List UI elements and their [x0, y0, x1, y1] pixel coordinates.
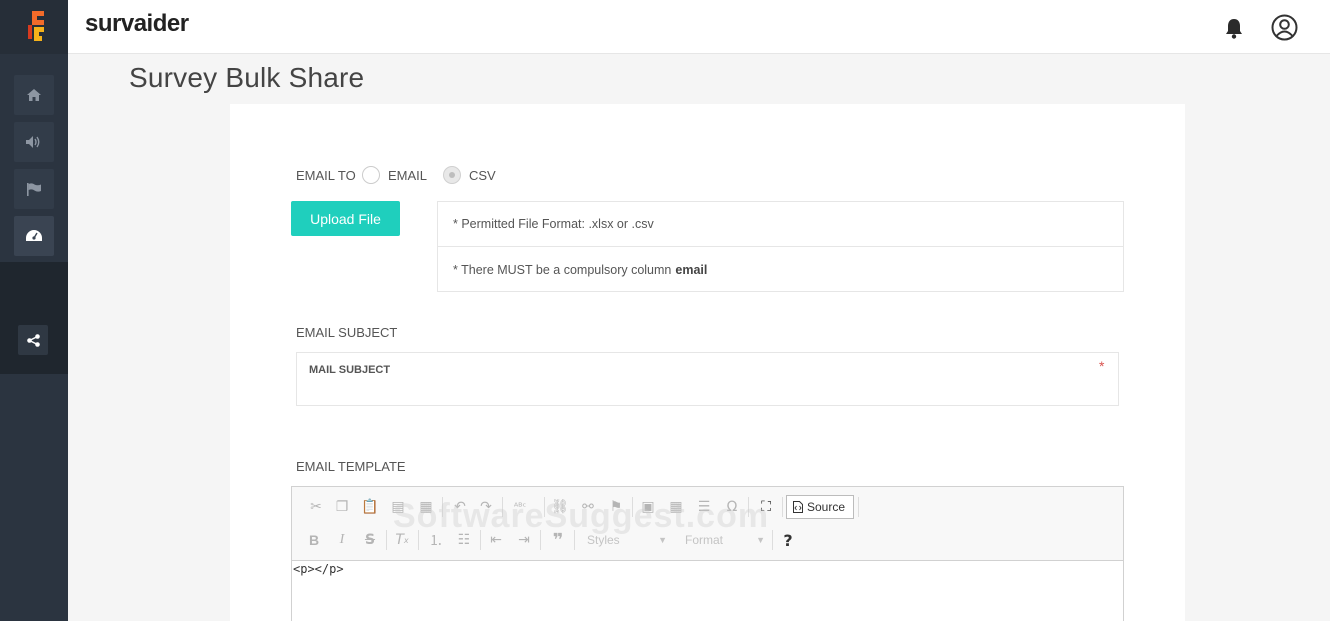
bulleted-list-icon[interactable]: ☷ [454, 530, 474, 550]
required-marker: * [1099, 358, 1105, 374]
radio-email-label[interactable]: EMAIL [388, 168, 427, 183]
copy-icon[interactable]: ❐ [332, 497, 352, 517]
maximize-icon[interactable]: ⛶ [756, 497, 776, 517]
sidebar-share-zone [0, 262, 68, 374]
share-button[interactable] [18, 325, 48, 355]
sidebar-nav [0, 66, 68, 262]
mail-subject-field-label: MAIL SUBJECT [309, 364, 391, 376]
bold-icon[interactable]: B [304, 530, 324, 550]
horizontal-rule-icon[interactable]: ☰ [694, 497, 714, 517]
toolbar-separator [418, 530, 419, 550]
toolbar-separator [858, 497, 859, 517]
radio-email[interactable] [362, 166, 380, 184]
toolbar-separator [544, 497, 545, 517]
brand-name[interactable]: survaider [85, 10, 189, 38]
file-format-text: * Permitted File Format: .xlsx or .csv [453, 217, 654, 231]
spellcheck-icon[interactable]: ᴬᴮᶜ [510, 497, 530, 517]
cut-icon[interactable]: ✂ [306, 497, 326, 517]
anchor-flag-icon[interactable]: ⚑ [606, 497, 626, 517]
page-title: Survey Bulk Share [129, 62, 365, 93]
indent-icon[interactable]: ⇥ [514, 530, 534, 550]
blockquote-icon[interactable]: ❞ [548, 530, 568, 551]
notifications-button[interactable] [1224, 18, 1244, 44]
email-subject-label: EMAIL SUBJECT [296, 325, 398, 340]
toolbar-separator [782, 497, 783, 517]
radio-csv-label[interactable]: CSV [469, 168, 496, 183]
editor-content[interactable]: <p></p> [292, 562, 344, 576]
chevron-down-icon: ▼ [658, 535, 667, 545]
radio-csv[interactable] [443, 166, 461, 184]
editor-toolbar: ✂ ❐ 📋 ▤ ▦ ↶ ↷ ᴬᴮᶜ ⛓ ⚯ ⚑ ▣ ▦ ☰ Ω ⛶ Source [292, 487, 1123, 561]
image-icon[interactable]: ▣ [638, 497, 658, 517]
mail-subject-input[interactable]: MAIL SUBJECT * [296, 352, 1119, 406]
toolbar-separator [540, 530, 541, 550]
sidebar-bottom [0, 374, 68, 621]
source-icon [793, 501, 803, 513]
top-header: survaider [68, 0, 1330, 54]
table-icon[interactable]: ▦ [666, 497, 686, 517]
redo-icon[interactable]: ↷ [476, 497, 496, 517]
bulk-share-form: EMAIL TO EMAIL CSV Upload File * Permitt… [230, 104, 1185, 621]
file-requirements-box: * Permitted File Format: .xlsx or .csv *… [437, 201, 1124, 292]
toolbar-separator [772, 530, 773, 550]
sidebar-item-dashboard[interactable] [14, 216, 54, 256]
toolbar-separator [386, 530, 387, 550]
source-button[interactable]: Source [786, 495, 854, 519]
home-icon [27, 89, 41, 101]
toolbar-separator [632, 497, 633, 517]
flag-icon [27, 182, 41, 196]
survaider-logo-icon [28, 11, 44, 41]
toolbar-separator [502, 497, 503, 517]
column-requirement-note: * There MUST be a compulsory column emai… [438, 247, 1123, 292]
styles-label: Styles [587, 533, 620, 547]
sidebar [0, 0, 68, 621]
email-to-label: EMAIL TO [296, 168, 356, 183]
email-template-label: EMAIL TEMPLATE [296, 459, 406, 474]
chevron-down-icon: ▼ [756, 535, 765, 545]
strikethrough-icon[interactable]: S [360, 530, 380, 550]
link-icon[interactable]: ⛓ [550, 497, 570, 517]
toolbar-separator [480, 530, 481, 550]
bell-icon [1226, 19, 1242, 39]
sidebar-item-announce[interactable] [14, 122, 54, 162]
numbered-list-icon[interactable]: ⒈ [426, 530, 446, 550]
paste-word-icon[interactable]: ▦ [416, 497, 436, 517]
column-name-emphasis: email [675, 262, 708, 277]
sidebar-item-flag[interactable] [14, 169, 54, 209]
sidebar-item-home[interactable] [14, 75, 54, 115]
styles-dropdown[interactable]: Styles ▼ [587, 530, 667, 550]
format-label: Format [685, 533, 724, 547]
toolbar-separator [748, 497, 749, 517]
dashboard-icon [26, 230, 42, 241]
undo-icon[interactable]: ↶ [450, 497, 470, 517]
paste-icon[interactable]: 📋 [360, 497, 380, 517]
paste-text-icon[interactable]: ▤ [388, 497, 408, 517]
source-label: Source [807, 500, 846, 514]
help-icon[interactable]: ? [778, 530, 798, 550]
toolbar-separator [442, 497, 443, 517]
unlink-icon[interactable]: ⚯ [578, 497, 598, 517]
user-avatar-icon [1271, 14, 1298, 41]
speaker-icon [26, 136, 40, 148]
italic-icon[interactable]: I [332, 530, 352, 550]
toolbar-separator [574, 530, 575, 550]
upload-file-button[interactable]: Upload File [291, 201, 400, 236]
outdent-icon[interactable]: ⇤ [486, 530, 506, 550]
logo[interactable] [0, 0, 68, 54]
user-menu-button[interactable] [1271, 14, 1298, 46]
share-icon [26, 333, 40, 347]
rich-text-editor: ✂ ❐ 📋 ▤ ▦ ↶ ↷ ᴬᴮᶜ ⛓ ⚯ ⚑ ▣ ▦ ☰ Ω ⛶ Source [291, 486, 1124, 621]
column-requirement-text: * There MUST be a compulsory column [453, 262, 672, 277]
format-dropdown[interactable]: Format ▼ [685, 530, 765, 550]
file-format-note: * Permitted File Format: .xlsx or .csv [438, 202, 1123, 247]
remove-format-icon[interactable]: Tx [392, 530, 412, 550]
special-char-icon[interactable]: Ω [722, 497, 742, 517]
